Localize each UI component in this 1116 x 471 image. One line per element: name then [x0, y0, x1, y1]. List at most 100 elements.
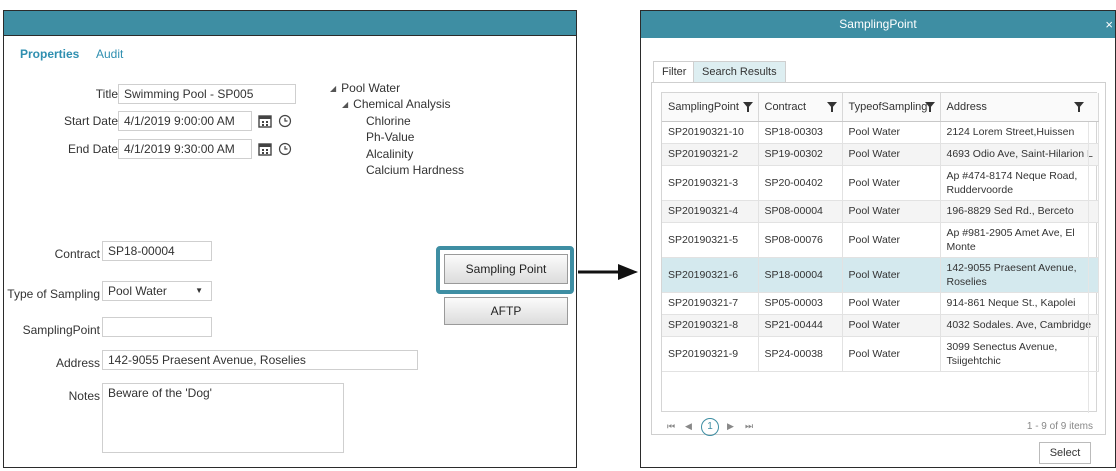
table-cell: SP20190321-9 — [662, 336, 759, 372]
column-header-typeofsampling[interactable]: TypeofSampling — [842, 93, 941, 122]
sampling-point-field[interactable] — [102, 317, 212, 337]
type-of-sampling-select[interactable]: Pool Water ▼ — [102, 281, 212, 301]
dropdown-arrow-icon[interactable]: ▼ — [195, 286, 203, 295]
tree-leaf[interactable]: Ph-Value — [366, 130, 414, 144]
first-page-icon[interactable]: ⏮ — [667, 421, 675, 432]
table-cell: SP20190321-3 — [662, 165, 759, 201]
prev-page-icon[interactable]: ◀ — [685, 421, 692, 432]
table-cell: SP20-00402 — [758, 165, 843, 201]
table-cell: Pool Water — [842, 314, 941, 337]
arrow-right-icon — [578, 264, 638, 280]
end-date-label: End Date — [67, 142, 118, 156]
type-of-sampling-label: Type of Sampling — [7, 287, 100, 301]
table-cell: SP08-00004 — [758, 200, 843, 223]
sampling-point-label: SamplingPoint — [22, 323, 100, 337]
filter-icon[interactable] — [924, 102, 935, 112]
next-page-icon[interactable]: ▶ — [727, 421, 734, 432]
table-cell: SP18-00004 — [758, 257, 843, 293]
pager-info: 1 - 9 of 9 items — [1026, 421, 1093, 432]
table-row[interactable]: SP20190321-4 SP08-00004 Pool Water 196-8829… — [662, 200, 1099, 223]
dialog-title-bar: SamplingPoint × — [641, 11, 1115, 38]
table-row[interactable]: SP20190321-6 SP18-00004 Pool Water 142-9055… — [662, 257, 1099, 293]
table-cell: SP20190321-6 — [662, 257, 759, 293]
tree-node-root[interactable]: ◢ Pool Water — [330, 81, 400, 95]
results-grid: SamplingPoint Contract TypeofSampling Ad… — [661, 92, 1099, 413]
sampling-point-button[interactable]: Sampling Point — [444, 254, 568, 284]
calendar-icon[interactable] — [258, 114, 272, 128]
tree-node-child[interactable]: ◢ Chemical Analysis — [342, 97, 451, 111]
table-cell: SP20190321-5 — [662, 222, 759, 258]
tab-audit[interactable]: Audit — [96, 47, 123, 61]
column-header-samplingpoint[interactable]: SamplingPoint — [662, 93, 759, 122]
table-row[interactable]: SP20190321-7 SP05-00003 Pool Water 914-861 … — [662, 292, 1099, 315]
tree-child-label: Chemical Analysis — [353, 97, 451, 111]
table-cell: 4693 Odio Ave, Saint-Hilarion L — [940, 143, 1099, 166]
start-date-field[interactable]: 4/1/2019 9:00:00 AM — [118, 111, 252, 131]
aftp-button[interactable]: AFTP — [444, 297, 568, 325]
table-row[interactable]: SP20190321-9 SP24-00038 Pool Water 3099 Sen… — [662, 336, 1099, 372]
tree-leaf[interactable]: Chlorine — [366, 114, 411, 128]
filter-icon[interactable] — [742, 102, 753, 112]
grid-scrollbar[interactable] — [1088, 122, 1096, 413]
tab-search-results[interactable]: Search Results — [693, 61, 786, 83]
page-number-button[interactable]: 1 — [701, 418, 719, 436]
contract-field[interactable]: SP18-00004 — [102, 241, 212, 261]
table-cell: 4032 Sodales. Ave, Cambridge — [940, 314, 1099, 337]
table-cell: 3099 Senectus Avenue, Tsiigehtchic — [940, 336, 1099, 372]
filter-icon[interactable] — [1073, 102, 1084, 112]
tree-leaf[interactable]: Calcium Hardness — [366, 163, 464, 177]
title-field[interactable]: Swimming Pool - SP005 — [118, 84, 296, 104]
grid-header-row: SamplingPoint Contract TypeofSampling Ad… — [662, 93, 1099, 122]
grid-pager: ⏮ ◀ 1 ▶ ⏭ 1 - 9 of 9 items — [661, 412, 1097, 442]
table-cell: SP08-00076 — [758, 222, 843, 258]
collapse-triangle-icon[interactable]: ◢ — [330, 84, 336, 93]
contract-label: Contract — [54, 247, 100, 261]
table-cell: Ap #981-2905 Amet Ave, El Monte — [940, 222, 1099, 258]
column-header-address[interactable]: Address — [940, 93, 1099, 122]
notes-textarea[interactable]: Beware of the 'Dog' — [102, 383, 344, 453]
table-cell: SP05-00003 — [758, 292, 843, 315]
table-row[interactable]: SP20190321-10 SP18-00303 Pool Water 2124 Lo… — [662, 121, 1099, 144]
close-icon[interactable]: × — [1105, 11, 1113, 38]
address-label: Address — [55, 356, 100, 370]
notes-label: Notes — [68, 389, 100, 403]
table-cell: SP20190321-4 — [662, 200, 759, 223]
tree-leaf[interactable]: Alcalinity — [366, 147, 413, 161]
table-row[interactable]: SP20190321-8 SP21-00444 Pool Water 4032 Sod… — [662, 314, 1099, 337]
table-row[interactable]: SP20190321-5 SP08-00076 Pool Water Ap #981-… — [662, 222, 1099, 258]
sampling-point-dialog: SamplingPoint × Filter Search Results Sa… — [640, 10, 1116, 468]
tree-root-label: Pool Water — [341, 81, 401, 95]
filter-icon[interactable] — [826, 102, 837, 112]
table-row[interactable]: SP20190321-2 SP19-00302 Pool Water 4693 Odi… — [662, 143, 1099, 166]
table-cell: SP24-00038 — [758, 336, 843, 372]
calendar-icon[interactable] — [258, 142, 272, 156]
tab-properties[interactable]: Properties — [20, 47, 79, 61]
title-label: Title — [95, 87, 118, 101]
column-header-contract[interactable]: Contract — [758, 93, 843, 122]
clock-icon[interactable] — [278, 114, 292, 128]
table-cell: SP20190321-10 — [662, 121, 759, 144]
table-cell: 914-861 Neque St., Kapolei — [940, 292, 1099, 315]
table-row[interactable]: SP20190321-3 SP20-00402 Pool Water Ap #474-… — [662, 165, 1099, 201]
table-cell: SP18-00303 — [758, 121, 843, 144]
table-cell: Pool Water — [842, 257, 941, 293]
form-title-bar — [4, 11, 576, 36]
select-button[interactable]: Select — [1039, 442, 1091, 464]
table-cell: 142-9055 Praesent Avenue, Roselies — [940, 257, 1099, 293]
table-cell: 2124 Lorem Street,Huissen — [940, 121, 1099, 144]
properties-form-window: Properties Audit Title Swimming Pool - S… — [3, 10, 577, 468]
address-field[interactable]: 142-9055 Praesent Avenue, Roselies — [102, 350, 418, 370]
table-cell: Pool Water — [842, 165, 941, 201]
table-cell: SP20190321-7 — [662, 292, 759, 315]
end-date-field[interactable]: 4/1/2019 9:30:00 AM — [118, 139, 252, 159]
table-cell: Pool Water — [842, 336, 941, 372]
table-cell: Pool Water — [842, 292, 941, 315]
collapse-triangle-icon[interactable]: ◢ — [342, 100, 348, 109]
table-cell: Pool Water — [842, 121, 941, 144]
table-cell: SP20190321-8 — [662, 314, 759, 337]
clock-icon[interactable] — [278, 142, 292, 156]
last-page-icon[interactable]: ⏭ — [745, 421, 753, 432]
table-cell: Ap #474-8174 Neque Road, Ruddervoorde — [940, 165, 1099, 201]
tab-filter[interactable]: Filter — [653, 61, 696, 83]
table-cell: SP21-00444 — [758, 314, 843, 337]
